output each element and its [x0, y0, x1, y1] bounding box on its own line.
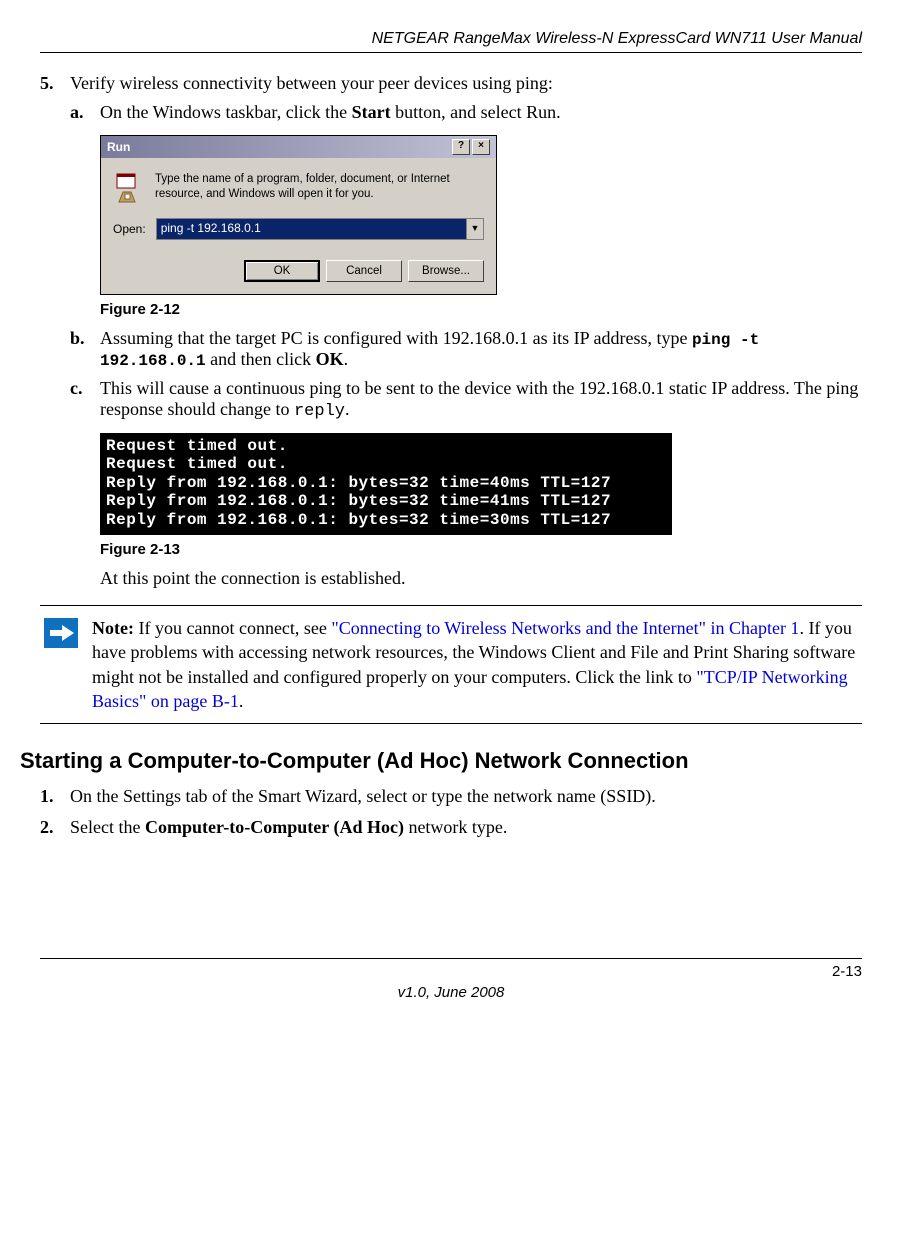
substep-a-post: button, and select Run. [391, 102, 561, 122]
substep-b-pre: Assuming that the target PC is configure… [100, 328, 692, 348]
after-console-text: At this point the connection is establis… [100, 568, 862, 589]
adhoc-s2-bold: Computer-to-Computer (Ad Hoc) [145, 817, 404, 837]
substep-c-pre: This will cause a continuous ping to be … [100, 378, 858, 419]
adhoc-step-1-text: On the Settings tab of the Smart Wizard,… [70, 786, 862, 807]
adhoc-step-2: 2. Select the Computer-to-Computer (Ad H… [40, 817, 862, 838]
note-text: Note: If you cannot connect, see "Connec… [92, 616, 858, 713]
note-label: Note: [92, 618, 134, 638]
note-arrow-icon [44, 618, 78, 648]
substep-c-code: reply [294, 402, 345, 421]
console-output: Request timed out. Request timed out. Re… [100, 433, 672, 535]
run-dialog-desc: Type the name of a program, folder, docu… [155, 172, 484, 204]
substep-b-post: . [344, 349, 349, 369]
substep-b-body: Assuming that the target PC is configure… [100, 328, 862, 370]
figure-2-13-label: Figure 2-13 [100, 541, 862, 558]
substep-c-body: This will cause a continuous ping to be … [100, 378, 862, 421]
close-button[interactable]: × [472, 139, 490, 155]
browse-button[interactable]: Browse... [408, 260, 484, 282]
substep-b: b. Assuming that the target PC is config… [70, 328, 862, 370]
substep-c-num: c. [70, 378, 100, 421]
open-combobox[interactable]: ping -t 192.168.0.1 ▼ [156, 218, 484, 240]
run-dialog-titlebar: Run ? × [101, 136, 496, 158]
substep-b-bold: OK [316, 349, 344, 369]
page-header: NETGEAR RangeMax Wireless-N ExpressCard … [40, 30, 862, 48]
help-button[interactable]: ? [452, 139, 470, 155]
ok-button[interactable]: OK [244, 260, 320, 282]
adhoc-step-2-body: Select the Computer-to-Computer (Ad Hoc)… [70, 817, 862, 838]
header-rule [40, 52, 862, 53]
substep-c: c. This will cause a continuous ping to … [70, 378, 862, 421]
substep-a-num: a. [70, 102, 100, 123]
figure-2-12-label: Figure 2-12 [100, 301, 862, 318]
substep-a-bold: Start [352, 102, 391, 122]
page-number: 2-13 [40, 963, 862, 980]
substep-c-post: . [345, 399, 350, 419]
note-link-1[interactable]: "Connecting to Wireless Networks and the… [331, 618, 799, 638]
footer-rule [40, 958, 862, 959]
adhoc-step-1: 1. On the Settings tab of the Smart Wiza… [40, 786, 862, 807]
adhoc-s2-post: network type. [404, 817, 507, 837]
substep-a-body: On the Windows taskbar, click the Start … [100, 102, 862, 123]
step-5-text: Verify wireless connectivity between you… [70, 73, 862, 94]
run-dialog: Run ? × [100, 135, 497, 295]
figure-2-12: Run ? × [100, 135, 862, 318]
adhoc-step-2-num: 2. [40, 817, 70, 838]
step-5: 5. Verify wireless connectivity between … [40, 73, 862, 589]
open-label: Open: [113, 222, 146, 236]
substep-b-mid: and then click [206, 349, 316, 369]
run-dialog-title: Run [107, 140, 130, 154]
open-dropdown-icon[interactable]: ▼ [466, 219, 483, 239]
step-5-num: 5. [40, 73, 70, 589]
version-footer: v1.0, June 2008 [40, 984, 862, 1001]
note-t3: . [239, 691, 244, 711]
substep-a-pre: On the Windows taskbar, click the [100, 102, 352, 122]
substep-b-num: b. [70, 328, 100, 370]
run-icon [113, 172, 145, 204]
section-heading: Starting a Computer-to-Computer (Ad Hoc)… [20, 748, 862, 774]
note-t1: If you cannot connect, see [134, 618, 331, 638]
cancel-button[interactable]: Cancel [326, 260, 402, 282]
note-box: Note: If you cannot connect, see "Connec… [40, 605, 862, 724]
substep-a: a. On the Windows taskbar, click the Sta… [70, 102, 862, 123]
adhoc-step-1-num: 1. [40, 786, 70, 807]
open-input-value[interactable]: ping -t 192.168.0.1 [157, 219, 466, 239]
adhoc-s2-pre: Select the [70, 817, 145, 837]
figure-2-13: Request timed out. Request timed out. Re… [100, 433, 862, 558]
